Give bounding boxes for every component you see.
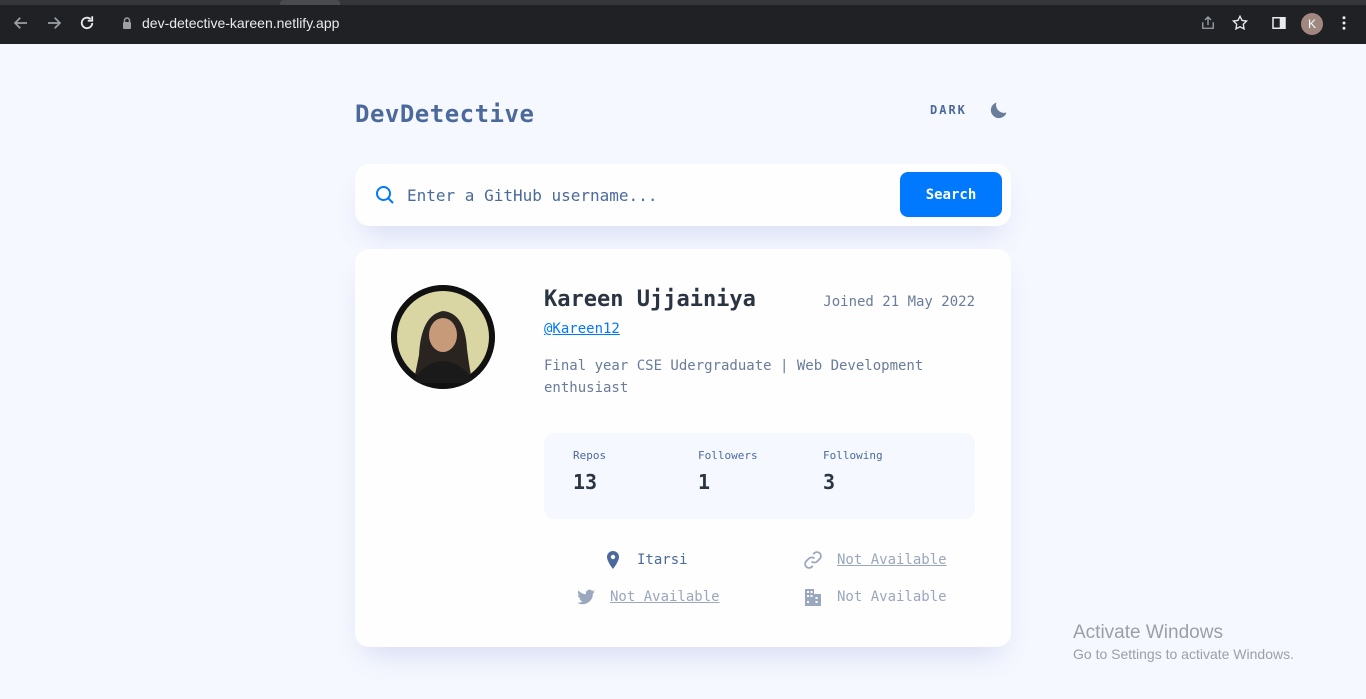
location-text: Itarsi <box>637 552 688 568</box>
stats-panel: Repos 13 Followers 1 Following 3 <box>544 433 975 519</box>
company-row: Not Available <box>803 587 947 607</box>
watermark-subtitle: Go to Settings to activate Windows. <box>1073 646 1294 662</box>
back-icon[interactable] <box>10 12 32 34</box>
joined-date: Joined 21 May 2022 <box>823 294 975 310</box>
moon-icon[interactable] <box>989 100 1009 120</box>
link-icon <box>804 551 822 569</box>
bookmark-star-icon[interactable] <box>1229 12 1251 34</box>
stat-repos: Repos 13 <box>573 449 606 494</box>
twitter-row: Not Available <box>576 587 720 607</box>
stat-value: 3 <box>823 470 836 494</box>
twitter-link[interactable]: Not Available <box>610 589 720 605</box>
app-logo: DevDetective <box>355 100 535 128</box>
website-row: Not Available <box>803 550 947 570</box>
side-panel-icon[interactable] <box>1268 12 1290 34</box>
twitter-icon <box>577 589 595 605</box>
location-pin-icon <box>607 551 619 569</box>
profile-handle-link[interactable]: @Kareen12 <box>544 321 620 337</box>
stat-label: Followers <box>698 449 758 462</box>
browser-toolbar: dev-detective-kareen.netlify.app K <box>0 0 1366 44</box>
profile-card: Kareen Ujjainiya Joined 21 May 2022 @Kar… <box>355 249 1011 647</box>
address-bar[interactable]: dev-detective-kareen.netlify.app <box>108 9 1258 38</box>
watermark-title: Activate Windows <box>1073 622 1223 643</box>
stat-value: 1 <box>698 470 711 494</box>
theme-toggle[interactable]: DARK <box>930 100 1009 120</box>
location-row: Itarsi <box>603 550 688 570</box>
stat-label: Repos <box>573 449 607 462</box>
search-button[interactable]: Search <box>900 172 1002 217</box>
windows-activation-watermark: Activate Windows Go to Settings to activ… <box>1073 622 1294 662</box>
profile-bio: Final year CSE Udergraduate | Web Develo… <box>544 358 924 396</box>
profile-name: Kareen Ujjainiya <box>544 287 756 312</box>
profile-avatar[interactable]: K <box>1301 13 1323 35</box>
website-link[interactable]: Not Available <box>837 552 947 568</box>
stat-followers: Followers 1 <box>698 449 758 494</box>
lock-icon <box>123 17 131 29</box>
tab-strip <box>0 0 1366 5</box>
url-text: dev-detective-kareen.netlify.app <box>142 15 340 31</box>
company-text: Not Available <box>837 589 947 605</box>
search-bar: Search <box>355 164 1011 226</box>
stat-following: Following 3 <box>823 449 883 494</box>
reload-icon[interactable] <box>76 12 98 34</box>
search-input[interactable] <box>407 178 927 212</box>
forward-icon[interactable] <box>43 12 65 34</box>
more-menu-icon[interactable] <box>1333 12 1355 34</box>
avatar <box>391 285 495 389</box>
stat-value: 13 <box>573 470 598 494</box>
share-icon[interactable] <box>1197 12 1219 34</box>
stat-label: Following <box>823 449 883 462</box>
search-icon <box>376 186 394 204</box>
building-icon <box>805 589 821 606</box>
theme-label[interactable]: DARK <box>930 103 967 117</box>
active-tab[interactable] <box>280 0 340 5</box>
